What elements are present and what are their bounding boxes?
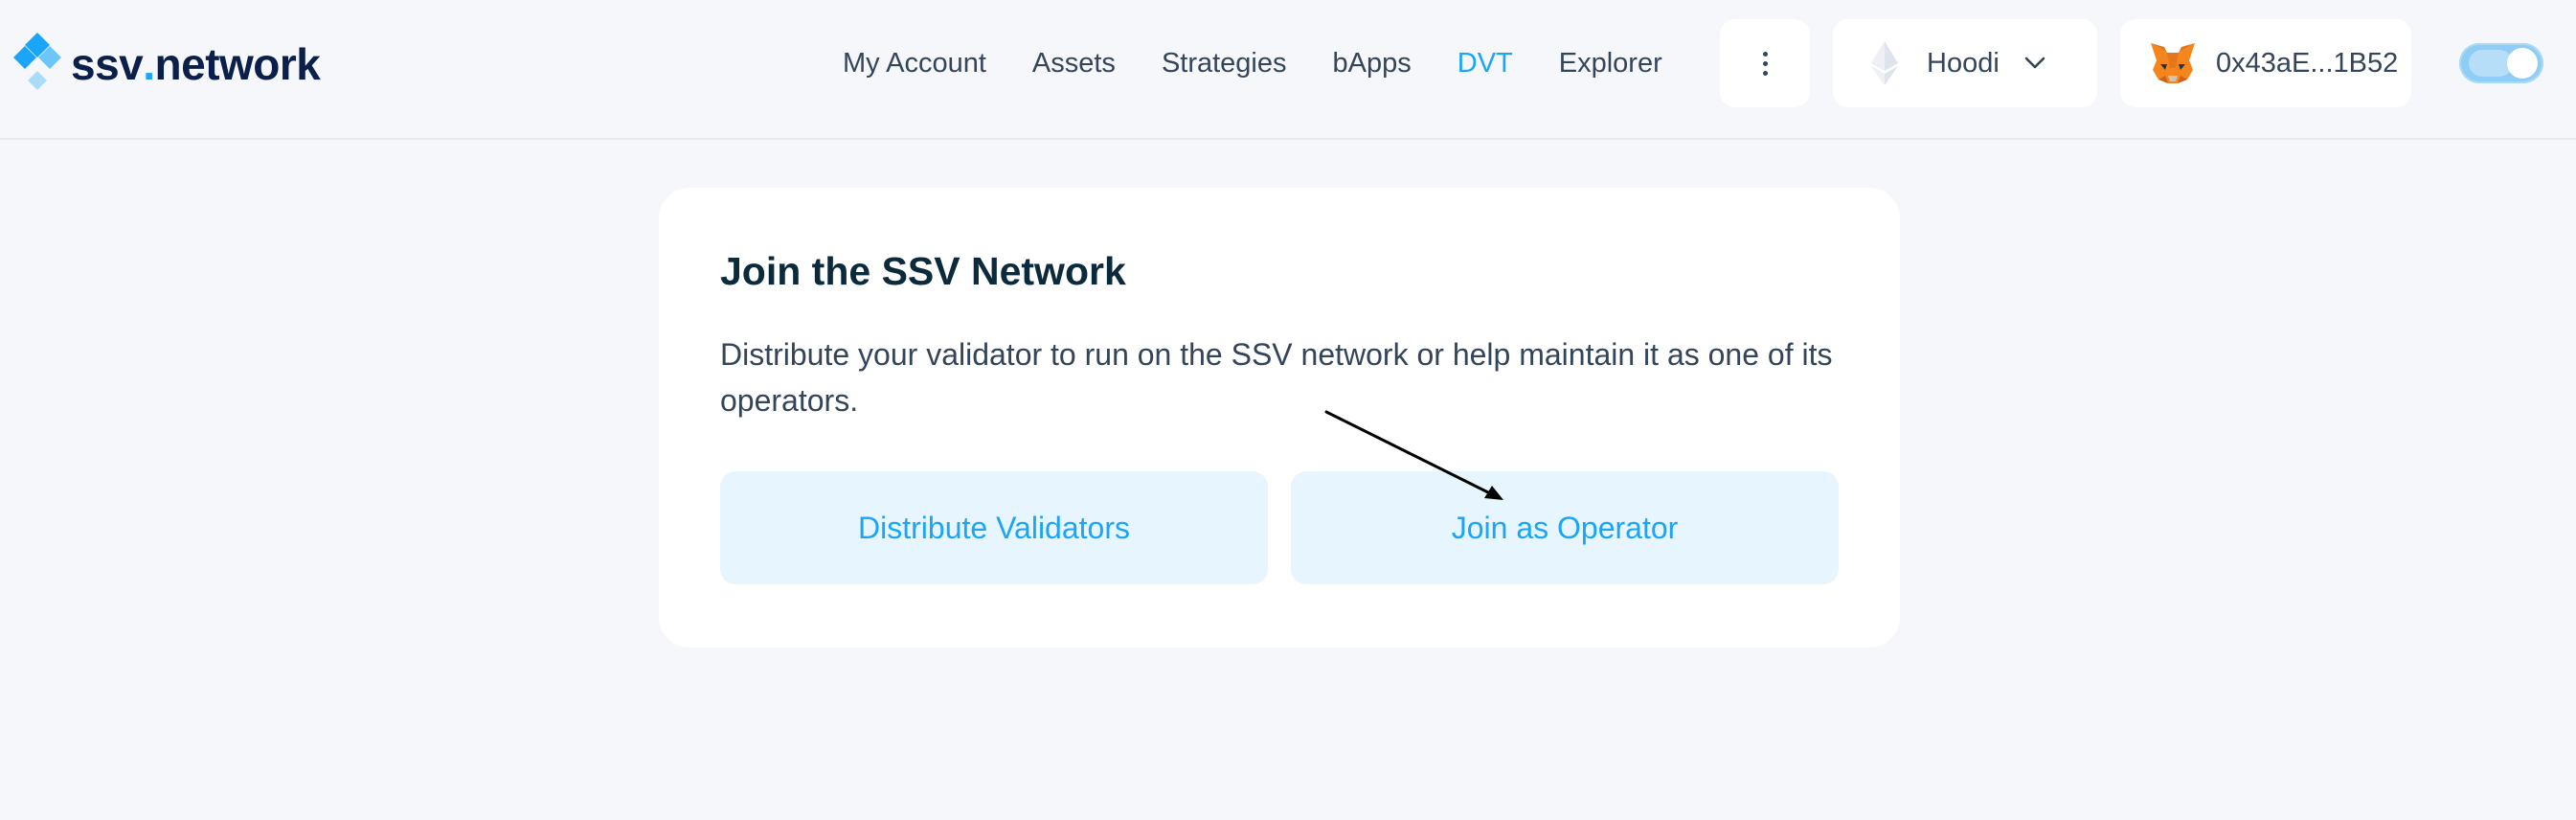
card-title: Join the SSV Network xyxy=(720,249,1126,293)
join-network-card: Join the SSV Network Distribute your val… xyxy=(659,188,1900,648)
nav-bapps[interactable]: bApps xyxy=(1333,48,1412,80)
logo-text-suffix: network xyxy=(154,39,321,89)
ethereum-icon xyxy=(1871,41,1898,85)
card-description: Distribute your validator to run on the … xyxy=(720,337,1833,418)
network-selector[interactable]: Hoodi xyxy=(1833,19,2097,107)
ssv-diamond-icon xyxy=(13,33,61,90)
chevron-down-icon xyxy=(2024,57,2045,69)
logo-text: ssv. network xyxy=(71,38,321,90)
wallet-address: 0x43aE...1B52 xyxy=(2216,47,2399,79)
ssv-logo[interactable]: ssv. network xyxy=(13,33,321,96)
logo-text-dot: . xyxy=(143,39,155,89)
annotation-arrow-icon xyxy=(1324,410,1503,500)
nav-strategies[interactable]: Strategies xyxy=(1162,48,1287,80)
nav-my-account[interactable]: My Account xyxy=(843,48,986,80)
network-label: Hoodi xyxy=(1927,47,2000,79)
metamask-fox-icon xyxy=(2151,43,2195,83)
logo-text-main: ssv xyxy=(71,39,144,89)
nav-assets[interactable]: Assets xyxy=(1032,48,1116,80)
nav-explorer[interactable]: Explorer xyxy=(1559,48,1662,80)
top-header: ssv. network My Account Assets Strategies… xyxy=(0,0,2576,140)
more-menu-button[interactable] xyxy=(1720,19,1810,107)
distribute-validators-button[interactable]: Distribute Validators xyxy=(720,471,1268,584)
main-nav: My Account Assets Strategies bApps DVT E… xyxy=(843,0,1708,126)
theme-toggle[interactable] xyxy=(2459,43,2543,83)
vertical-dots-icon xyxy=(1762,51,1768,76)
wallet-button[interactable]: 0x43aE...1B52 xyxy=(2120,19,2411,107)
nav-dvt[interactable]: DVT xyxy=(1457,48,1513,80)
toggle-knob xyxy=(2507,48,2538,79)
